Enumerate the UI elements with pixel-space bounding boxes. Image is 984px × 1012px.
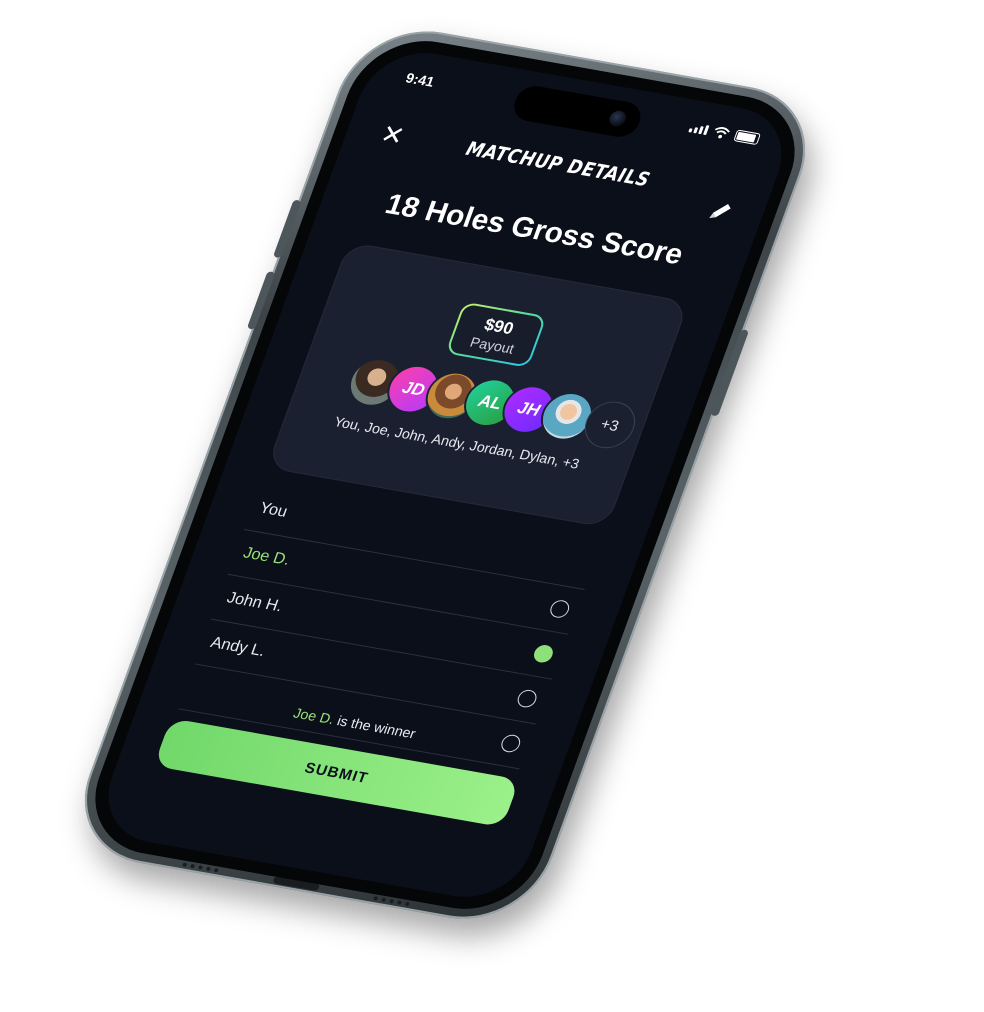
payout-badge: $90 Payout [445,301,547,368]
matchup-card: $90 Payout JD AL JH +3 You, Joe, John, A… [266,241,690,528]
dynamic-island [509,83,646,140]
radio-button[interactable] [547,598,572,620]
phone-device: 9:41 ✕ MATCHUP DETAILS 18 Holes Gross Sc… [62,19,828,931]
player-name: Andy L. [208,634,268,660]
radio-button-selected[interactable] [531,643,556,664]
signal-icon [688,122,710,136]
battery-icon [733,129,762,146]
status-time: 9:41 [403,69,437,90]
radio-button[interactable] [515,688,540,709]
player-name: John H. [224,589,285,616]
camera-icon [607,109,629,128]
wifi-icon [714,127,730,139]
status-icons [688,122,762,146]
player-name: Joe D. [240,544,293,569]
player-name: You [257,499,290,521]
